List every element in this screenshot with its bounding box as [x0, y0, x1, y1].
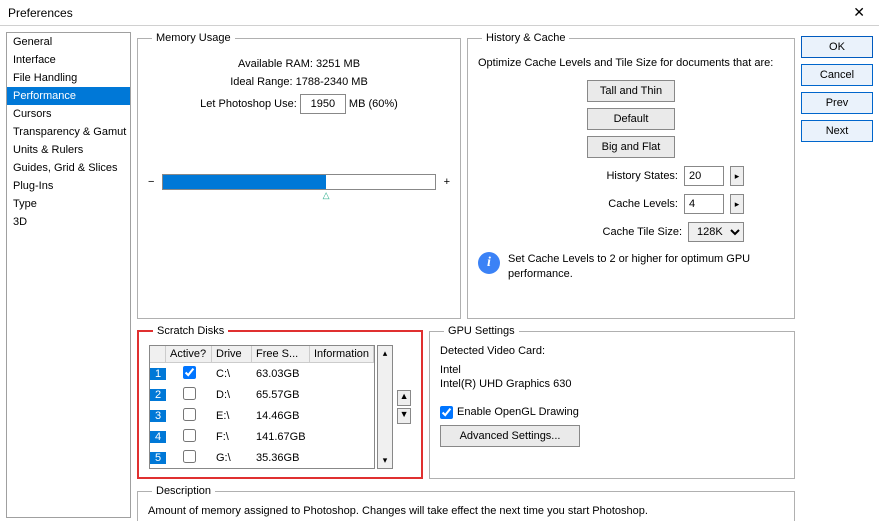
sidebar-item-interface[interactable]: Interface — [7, 51, 130, 69]
let-use-label: Let Photoshop Use: — [200, 98, 297, 110]
active-checkbox[interactable] — [183, 429, 196, 442]
drive-cell: C:\ — [212, 368, 252, 380]
drive-cell: E:\ — [212, 410, 252, 422]
cache-legend: History & Cache — [482, 32, 569, 44]
active-checkbox[interactable] — [183, 366, 196, 379]
slider-minus: − — [148, 176, 154, 188]
sidebar-item-general[interactable]: General — [7, 33, 130, 51]
memory-legend: Memory Usage — [152, 32, 235, 44]
table-row[interactable]: 2 D:\65.57GB — [150, 384, 374, 405]
free-cell: 63.03GB — [252, 368, 310, 380]
category-sidebar: General Interface File Handling Performa… — [6, 32, 131, 518]
description-legend: Description — [152, 485, 215, 497]
sidebar-item-performance[interactable]: Performance — [7, 87, 130, 105]
tall-thin-button[interactable]: Tall and Thin — [587, 80, 675, 102]
gpu-card-name: Intel(R) UHD Graphics 630 — [440, 377, 784, 391]
slider-handle-icon[interactable]: △ — [323, 190, 330, 201]
memory-slider[interactable]: △ — [162, 174, 435, 190]
close-icon[interactable]: ✕ — [847, 4, 871, 21]
ideal-range-value: 1788-2340 MB — [296, 76, 368, 88]
table-row[interactable]: 5 G:\35.36GB — [150, 447, 374, 468]
sidebar-item-cursors[interactable]: Cursors — [7, 105, 130, 123]
row-number: 5 — [150, 452, 166, 464]
description-group: Description Amount of memory assigned to… — [137, 485, 795, 521]
window-title: Preferences — [8, 6, 847, 20]
row-number: 2 — [150, 389, 166, 401]
sidebar-item-guides[interactable]: Guides, Grid & Slices — [7, 159, 130, 177]
free-cell: 14.46GB — [252, 410, 310, 422]
move-down-button[interactable]: ▼ — [397, 408, 411, 424]
scratch-scrollbar[interactable]: ▴▾ — [377, 345, 393, 469]
history-stepper-icon[interactable]: ▸ — [730, 166, 744, 186]
col-active[interactable]: Active? — [166, 346, 212, 363]
prev-button[interactable]: Prev — [801, 92, 873, 114]
cancel-button[interactable]: Cancel — [801, 64, 873, 86]
next-button[interactable]: Next — [801, 120, 873, 142]
row-number: 4 — [150, 431, 166, 443]
big-flat-button[interactable]: Big and Flat — [587, 136, 675, 158]
sidebar-item-units[interactable]: Units & Rulers — [7, 141, 130, 159]
free-cell: 35.36GB — [252, 452, 310, 464]
description-text: Amount of memory assigned to Photoshop. … — [148, 505, 784, 517]
scratch-legend: Scratch Disks — [153, 325, 228, 337]
active-checkbox[interactable] — [183, 450, 196, 463]
sidebar-item-type[interactable]: Type — [7, 195, 130, 213]
sidebar-item-file-handling[interactable]: File Handling — [7, 69, 130, 87]
slider-plus: + — [444, 176, 450, 188]
cache-levels-label: Cache Levels: — [608, 198, 678, 210]
active-checkbox[interactable] — [183, 387, 196, 400]
cache-levels-input[interactable] — [684, 194, 724, 214]
gpu-vendor: Intel — [440, 363, 784, 377]
info-icon: i — [478, 252, 500, 274]
table-row[interactable]: 4 F:\141.67GB — [150, 426, 374, 447]
levels-stepper-icon[interactable]: ▸ — [730, 194, 744, 214]
gpu-legend: GPU Settings — [444, 325, 519, 337]
memory-use-input[interactable] — [300, 94, 346, 114]
scratch-disks-group: Scratch Disks Active? Drive Free S... In… — [137, 325, 423, 479]
free-cell: 65.57GB — [252, 389, 310, 401]
gpu-settings-group: GPU Settings Detected Video Card: Intel … — [429, 325, 795, 479]
memory-use-suffix: MB (60%) — [349, 98, 398, 110]
cache-info-text: Set Cache Levels to 2 or higher for opti… — [508, 252, 784, 281]
ok-button[interactable]: OK — [801, 36, 873, 58]
row-number: 3 — [150, 410, 166, 422]
table-row[interactable]: 1 C:\63.03GB — [150, 363, 374, 384]
history-states-label: History States: — [606, 170, 678, 182]
table-row[interactable]: 3 E:\14.46GB — [150, 405, 374, 426]
free-cell: 141.67GB — [252, 431, 310, 443]
history-states-input[interactable] — [684, 166, 724, 186]
col-free[interactable]: Free S... — [252, 346, 310, 363]
ideal-range-label: Ideal Range: — [230, 76, 292, 88]
available-ram-label: Available RAM: — [238, 58, 313, 70]
enable-opengl-checkbox[interactable] — [440, 406, 453, 419]
drive-cell: F:\ — [212, 431, 252, 443]
history-cache-group: History & Cache Optimize Cache Levels an… — [467, 32, 795, 319]
active-checkbox[interactable] — [183, 408, 196, 421]
default-button[interactable]: Default — [587, 108, 675, 130]
drive-cell: G:\ — [212, 452, 252, 464]
sidebar-item-plugins[interactable]: Plug-Ins — [7, 177, 130, 195]
col-drive[interactable]: Drive — [212, 346, 252, 363]
sidebar-item-transparency[interactable]: Transparency & Gamut — [7, 123, 130, 141]
detected-card-label: Detected Video Card: — [440, 345, 784, 357]
col-info[interactable]: Information — [310, 346, 374, 363]
memory-usage-group: Memory Usage Available RAM: 3251 MB Idea… — [137, 32, 461, 319]
move-up-button[interactable]: ▲ — [397, 390, 411, 406]
row-number: 1 — [150, 368, 166, 380]
enable-opengl-label: Enable OpenGL Drawing — [457, 406, 579, 418]
advanced-settings-button[interactable]: Advanced Settings... — [440, 425, 580, 447]
cache-tile-select[interactable]: 128K — [688, 222, 744, 242]
sidebar-item-3d[interactable]: 3D — [7, 213, 130, 231]
cache-tile-label: Cache Tile Size: — [603, 226, 682, 238]
drive-cell: D:\ — [212, 389, 252, 401]
available-ram-value: 3251 MB — [316, 58, 360, 70]
cache-intro: Optimize Cache Levels and Tile Size for … — [478, 56, 784, 70]
